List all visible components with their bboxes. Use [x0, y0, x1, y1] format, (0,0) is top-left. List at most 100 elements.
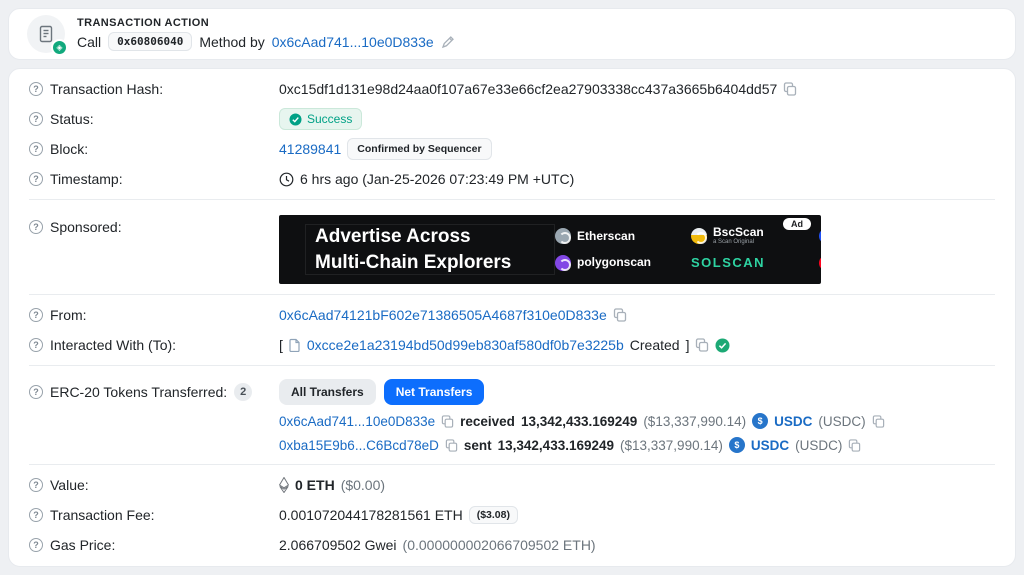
ad-label-badge: Ad	[783, 218, 811, 230]
copy-token-button[interactable]	[848, 439, 861, 452]
token-symbol: (USDC)	[795, 438, 842, 453]
token-name-link[interactable]: USDC	[774, 414, 812, 429]
bscscan-icon	[691, 228, 707, 244]
transaction-hash-row: ? Transaction Hash: 0xc15df1d131e98d24aa…	[29, 74, 995, 104]
copy-hash-button[interactable]	[783, 82, 797, 96]
transfer-row: 0x6cAad741...10e0D833e received 13,342,4…	[279, 413, 885, 429]
timestamp-label: Timestamp:	[50, 171, 123, 187]
copy-token-button[interactable]	[872, 415, 885, 428]
method-address-link[interactable]: 0x6cAad741...10e0D833e	[272, 34, 434, 50]
method-signature-badge: 0x60806040	[108, 32, 192, 51]
basescan-logo: BaseScana Scan Original	[819, 226, 821, 246]
etherscan-icon	[555, 228, 571, 244]
value-row: ? Value: 0 ETH ($0.00)	[29, 470, 995, 500]
copy-icon	[872, 415, 885, 428]
transaction-action-card: ◈ TRANSACTION ACTION Call 0x60806040 Met…	[8, 8, 1016, 60]
transfer-from-address-link[interactable]: 0x6cAad741...10e0D833e	[279, 414, 435, 429]
block-number-link[interactable]: 41289841	[279, 141, 341, 157]
transaction-details-card: ? Transaction Hash: 0xc15df1d131e98d24aa…	[8, 68, 1016, 567]
status-label: Status:	[50, 111, 94, 127]
timestamp-row: ? Timestamp: 6 hrs ago (Jan-25-2026 07:2…	[29, 164, 995, 194]
polygonscan-icon	[555, 255, 571, 271]
from-address-link[interactable]: 0x6cAad74121bF602e71386505A4687f310e0D83…	[279, 307, 607, 323]
help-icon[interactable]: ?	[29, 220, 43, 234]
help-icon[interactable]: ?	[29, 478, 43, 492]
bscscan-logo: BscScana Scan Original	[691, 226, 801, 246]
help-icon[interactable]: ?	[29, 385, 43, 399]
help-icon[interactable]: ?	[29, 142, 43, 156]
status-text: Success	[307, 112, 352, 126]
status-badge: Success	[279, 108, 362, 130]
transfer-from-address-link[interactable]: 0xba15E9b6...C6Bcd78eD	[279, 438, 439, 453]
network-badge-icon: ◈	[51, 39, 68, 56]
divider	[29, 464, 995, 465]
interacted-with-label: Interacted With (To):	[50, 337, 176, 353]
copy-address-button[interactable]	[441, 415, 454, 428]
document-icon	[38, 25, 54, 43]
gas-price-row: ? Gas Price: 2.066709502 Gwei (0.0000000…	[29, 530, 995, 560]
help-icon[interactable]: ?	[29, 82, 43, 96]
eth-icon	[279, 477, 289, 493]
erc20-transfers-row: ? ERC-20 Tokens Transferred: 2 All Trans…	[29, 371, 995, 459]
call-label: Call	[77, 34, 101, 50]
gas-price-label: Gas Price:	[50, 537, 115, 553]
value-usd: ($0.00)	[341, 477, 385, 493]
transfer-amount: 13,342,433.169249	[521, 414, 637, 429]
sponsored-row: ? Sponsored: Advertise Across Multi-Chai…	[29, 205, 995, 289]
transfer-count-badge: 2	[234, 383, 252, 401]
copy-icon	[848, 439, 861, 452]
transaction-hash-label: Transaction Hash:	[50, 81, 163, 97]
transaction-fee-value: 0.001072044178281561 ETH	[279, 507, 463, 523]
check-circle-icon	[289, 113, 302, 126]
fee-usd-badge: ($3.08)	[469, 506, 518, 524]
interacted-address-link[interactable]: 0xcce2e1a23194bd50d99eb830af580df0b7e322…	[307, 337, 624, 353]
tab-net-transfers[interactable]: Net Transfers	[384, 379, 485, 405]
help-icon[interactable]: ?	[29, 338, 43, 352]
bracket-close: ]	[686, 337, 690, 353]
status-row: ? Status: Success	[29, 104, 995, 134]
block-label: Block:	[50, 141, 88, 157]
help-icon[interactable]: ?	[29, 538, 43, 552]
help-icon[interactable]: ?	[29, 112, 43, 126]
section-title: TRANSACTION ACTION	[77, 17, 455, 29]
help-icon[interactable]: ?	[29, 172, 43, 186]
help-icon[interactable]: ?	[29, 308, 43, 322]
from-row: ? From: 0x6cAad74121bF602e71386505A4687f…	[29, 300, 995, 330]
transfer-usd-value: ($13,337,990.14)	[643, 414, 746, 429]
transaction-type-avatar: ◈	[27, 15, 65, 53]
sequencer-badge: Confirmed by Sequencer	[347, 138, 491, 160]
method-by-label: Method by	[199, 34, 264, 50]
bracket-open: [	[279, 337, 283, 353]
basescan-icon	[819, 228, 821, 244]
transaction-hash-value: 0xc15df1d131e98d24aa0f107a67e33e66cf2ea2…	[279, 81, 777, 97]
copy-icon	[783, 82, 797, 96]
divider	[29, 365, 995, 366]
copy-interacted-button[interactable]	[695, 338, 709, 352]
gas-price-eth-equivalent: (0.000000002066709502 ETH)	[403, 537, 596, 553]
gas-price-value: 2.066709502 Gwei	[279, 537, 397, 553]
usdc-token-icon: $	[729, 437, 745, 453]
erc20-block: All Transfers Net Transfers 0x6cAad741..…	[279, 371, 885, 459]
transfer-direction: sent	[464, 438, 492, 453]
help-icon[interactable]: ?	[29, 508, 43, 522]
ad-banner[interactable]: Advertise Across Multi-Chain Explorers E…	[279, 215, 821, 284]
edit-method-button[interactable]	[441, 35, 455, 49]
copy-icon	[695, 338, 709, 352]
transaction-fee-row: ? Transaction Fee: 0.001072044178281561 …	[29, 500, 995, 530]
transaction-page: ◈ TRANSACTION ACTION Call 0x60806040 Met…	[0, 0, 1024, 575]
divider	[29, 199, 995, 200]
transaction-fee-label: Transaction Fee:	[50, 507, 155, 523]
timestamp-value: 6 hrs ago (Jan-25-2026 07:23:49 PM +UTC)	[300, 171, 574, 187]
polygonscan-logo: polygonscan	[555, 255, 673, 271]
copy-from-button[interactable]	[613, 308, 627, 322]
ad-headline: Advertise Across Multi-Chain Explorers	[279, 224, 555, 274]
copy-address-button[interactable]	[445, 439, 458, 452]
divider	[29, 294, 995, 295]
ad-logos: Etherscan BscScana Scan Original BaseSca…	[555, 226, 821, 273]
transfer-usd-value: ($13,337,990.14)	[620, 438, 723, 453]
etherscan-logo: Etherscan	[555, 228, 673, 244]
header-text: TRANSACTION ACTION Call 0x60806040 Metho…	[77, 17, 455, 51]
token-name-link[interactable]: USDC	[751, 438, 789, 453]
copy-icon	[441, 415, 454, 428]
tab-all-transfers[interactable]: All Transfers	[279, 379, 376, 405]
